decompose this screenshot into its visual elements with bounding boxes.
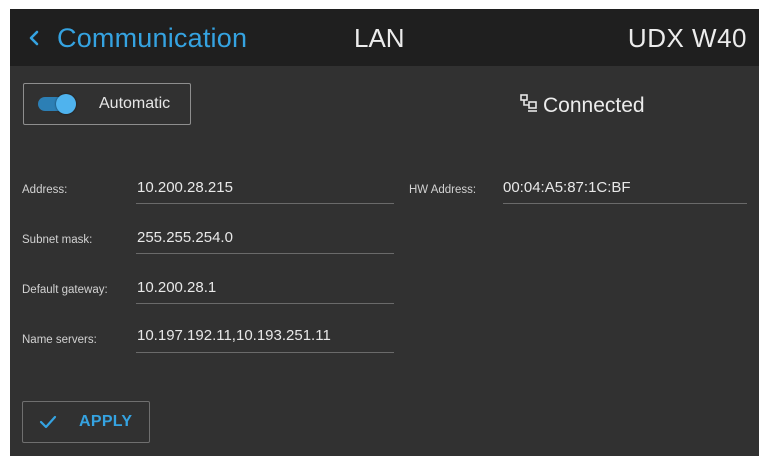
name-servers-label: Name servers: xyxy=(22,334,97,346)
network-icon xyxy=(519,93,539,118)
lan-settings-screen: Communication LAN UDX W40 Automatic Conn… xyxy=(10,9,759,456)
default-gateway-label: Default gateway: xyxy=(22,284,108,296)
connection-status-label: Connected xyxy=(543,93,645,117)
back-button[interactable]: Communication xyxy=(27,23,247,53)
subnet-mask-underline xyxy=(136,253,394,254)
header-bar: Communication LAN UDX W40 xyxy=(10,9,759,66)
apply-button[interactable]: APPLY xyxy=(22,401,150,443)
address-underline xyxy=(136,203,394,204)
subnet-mask-label: Subnet mask: xyxy=(22,234,93,246)
toggle-knob xyxy=(56,94,76,114)
default-gateway-underline xyxy=(136,303,394,304)
apply-label: APPLY xyxy=(79,413,133,430)
name-servers-underline xyxy=(136,352,394,353)
name-servers-field[interactable]: 10.197.192.11,10.193.251.11 xyxy=(137,327,331,344)
hw-address-underline xyxy=(503,203,747,204)
subnet-mask-field[interactable]: 255.255.254.0 xyxy=(137,229,233,246)
back-label: Communication xyxy=(57,22,248,53)
device-name: UDX W40 xyxy=(627,23,747,53)
address-field[interactable]: 10.200.28.215 xyxy=(137,179,233,196)
connection-status: Connected xyxy=(519,93,645,118)
page-title: LAN xyxy=(354,23,405,53)
hw-address-value: 00:04:A5:87:1C:BF xyxy=(503,179,631,196)
default-gateway-field[interactable]: 10.200.28.1 xyxy=(137,279,216,296)
automatic-label: Automatic xyxy=(99,95,171,112)
address-label: Address: xyxy=(22,184,68,196)
toggle-switch[interactable] xyxy=(38,94,76,114)
check-icon xyxy=(39,414,59,430)
automatic-toggle[interactable]: Automatic xyxy=(23,83,191,125)
hw-address-label: HW Address: xyxy=(409,184,477,196)
chevron-left-icon xyxy=(27,23,49,53)
